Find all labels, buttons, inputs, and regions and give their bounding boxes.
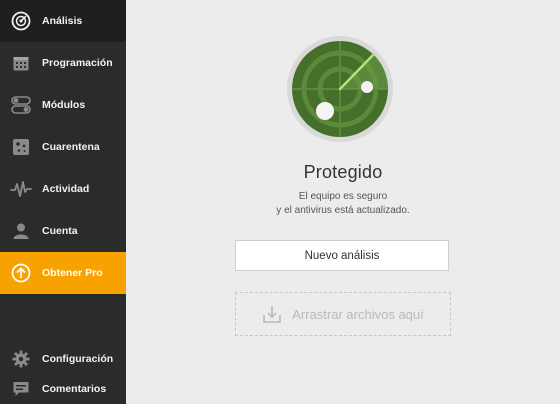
sidebar-item-label: Análisis (42, 15, 83, 27)
sidebar-item-label: Configuración (42, 353, 114, 365)
status-title: Protegido (303, 162, 383, 182)
sidebar-item-label: Programación (42, 57, 113, 69)
new-scan-button[interactable]: Nuevo análisis (235, 240, 449, 271)
app-window: Análisis Programación Módulos Cuarentena… (0, 0, 560, 404)
sidebar-item-analisis[interactable]: Análisis (0, 0, 126, 42)
file-drop-zone[interactable]: Arrastrar archivos aquí (235, 292, 451, 336)
sidebar: Análisis Programación Módulos Cuarentena… (0, 0, 126, 404)
sidebar-item-label: Actividad (42, 183, 90, 195)
user-icon (10, 220, 32, 242)
radar-status-icon (287, 36, 393, 142)
status-line-2: y el antivirus está actualizado. (276, 205, 410, 216)
status-line-1: El equipo es seguro (298, 191, 388, 202)
comment-icon (10, 378, 32, 400)
sidebar-item-configuracion[interactable]: Configuración (0, 344, 126, 374)
toggles-icon (10, 94, 32, 116)
sidebar-item-comentarios[interactable]: Comentarios (0, 374, 126, 404)
radar-icon (10, 10, 32, 32)
main-panel: Protegido El equipo es seguro y el antiv… (126, 0, 560, 404)
sidebar-item-label: Comentarios (42, 383, 107, 395)
sidebar-item-cuarentena[interactable]: Cuarentena (0, 126, 126, 168)
status-description: El equipo es seguro y el antivirus está … (126, 190, 560, 218)
sidebar-item-label: Obtener Pro (42, 267, 103, 279)
sidebar-item-actividad[interactable]: Actividad (0, 168, 126, 210)
sidebar-item-label: Cuarentena (42, 141, 100, 153)
drop-zone-label: Arrastrar archivos aquí (292, 306, 424, 322)
quarantine-icon (10, 136, 32, 158)
sidebar-item-programacion[interactable]: Programación (0, 42, 126, 84)
activity-icon (10, 178, 32, 200)
calendar-icon (10, 52, 32, 74)
sidebar-item-label: Módulos (42, 99, 86, 111)
sidebar-item-modulos[interactable]: Módulos (0, 84, 126, 126)
sidebar-item-label: Cuenta (42, 225, 78, 237)
sidebar-item-cuenta[interactable]: Cuenta (0, 210, 126, 252)
upgrade-arrow-icon (10, 262, 32, 284)
gear-icon (10, 348, 32, 370)
download-tray-icon (262, 304, 282, 324)
sidebar-bottom: Configuración Comentarios (0, 344, 126, 404)
sidebar-item-obtener-pro[interactable]: Obtener Pro (0, 252, 126, 294)
